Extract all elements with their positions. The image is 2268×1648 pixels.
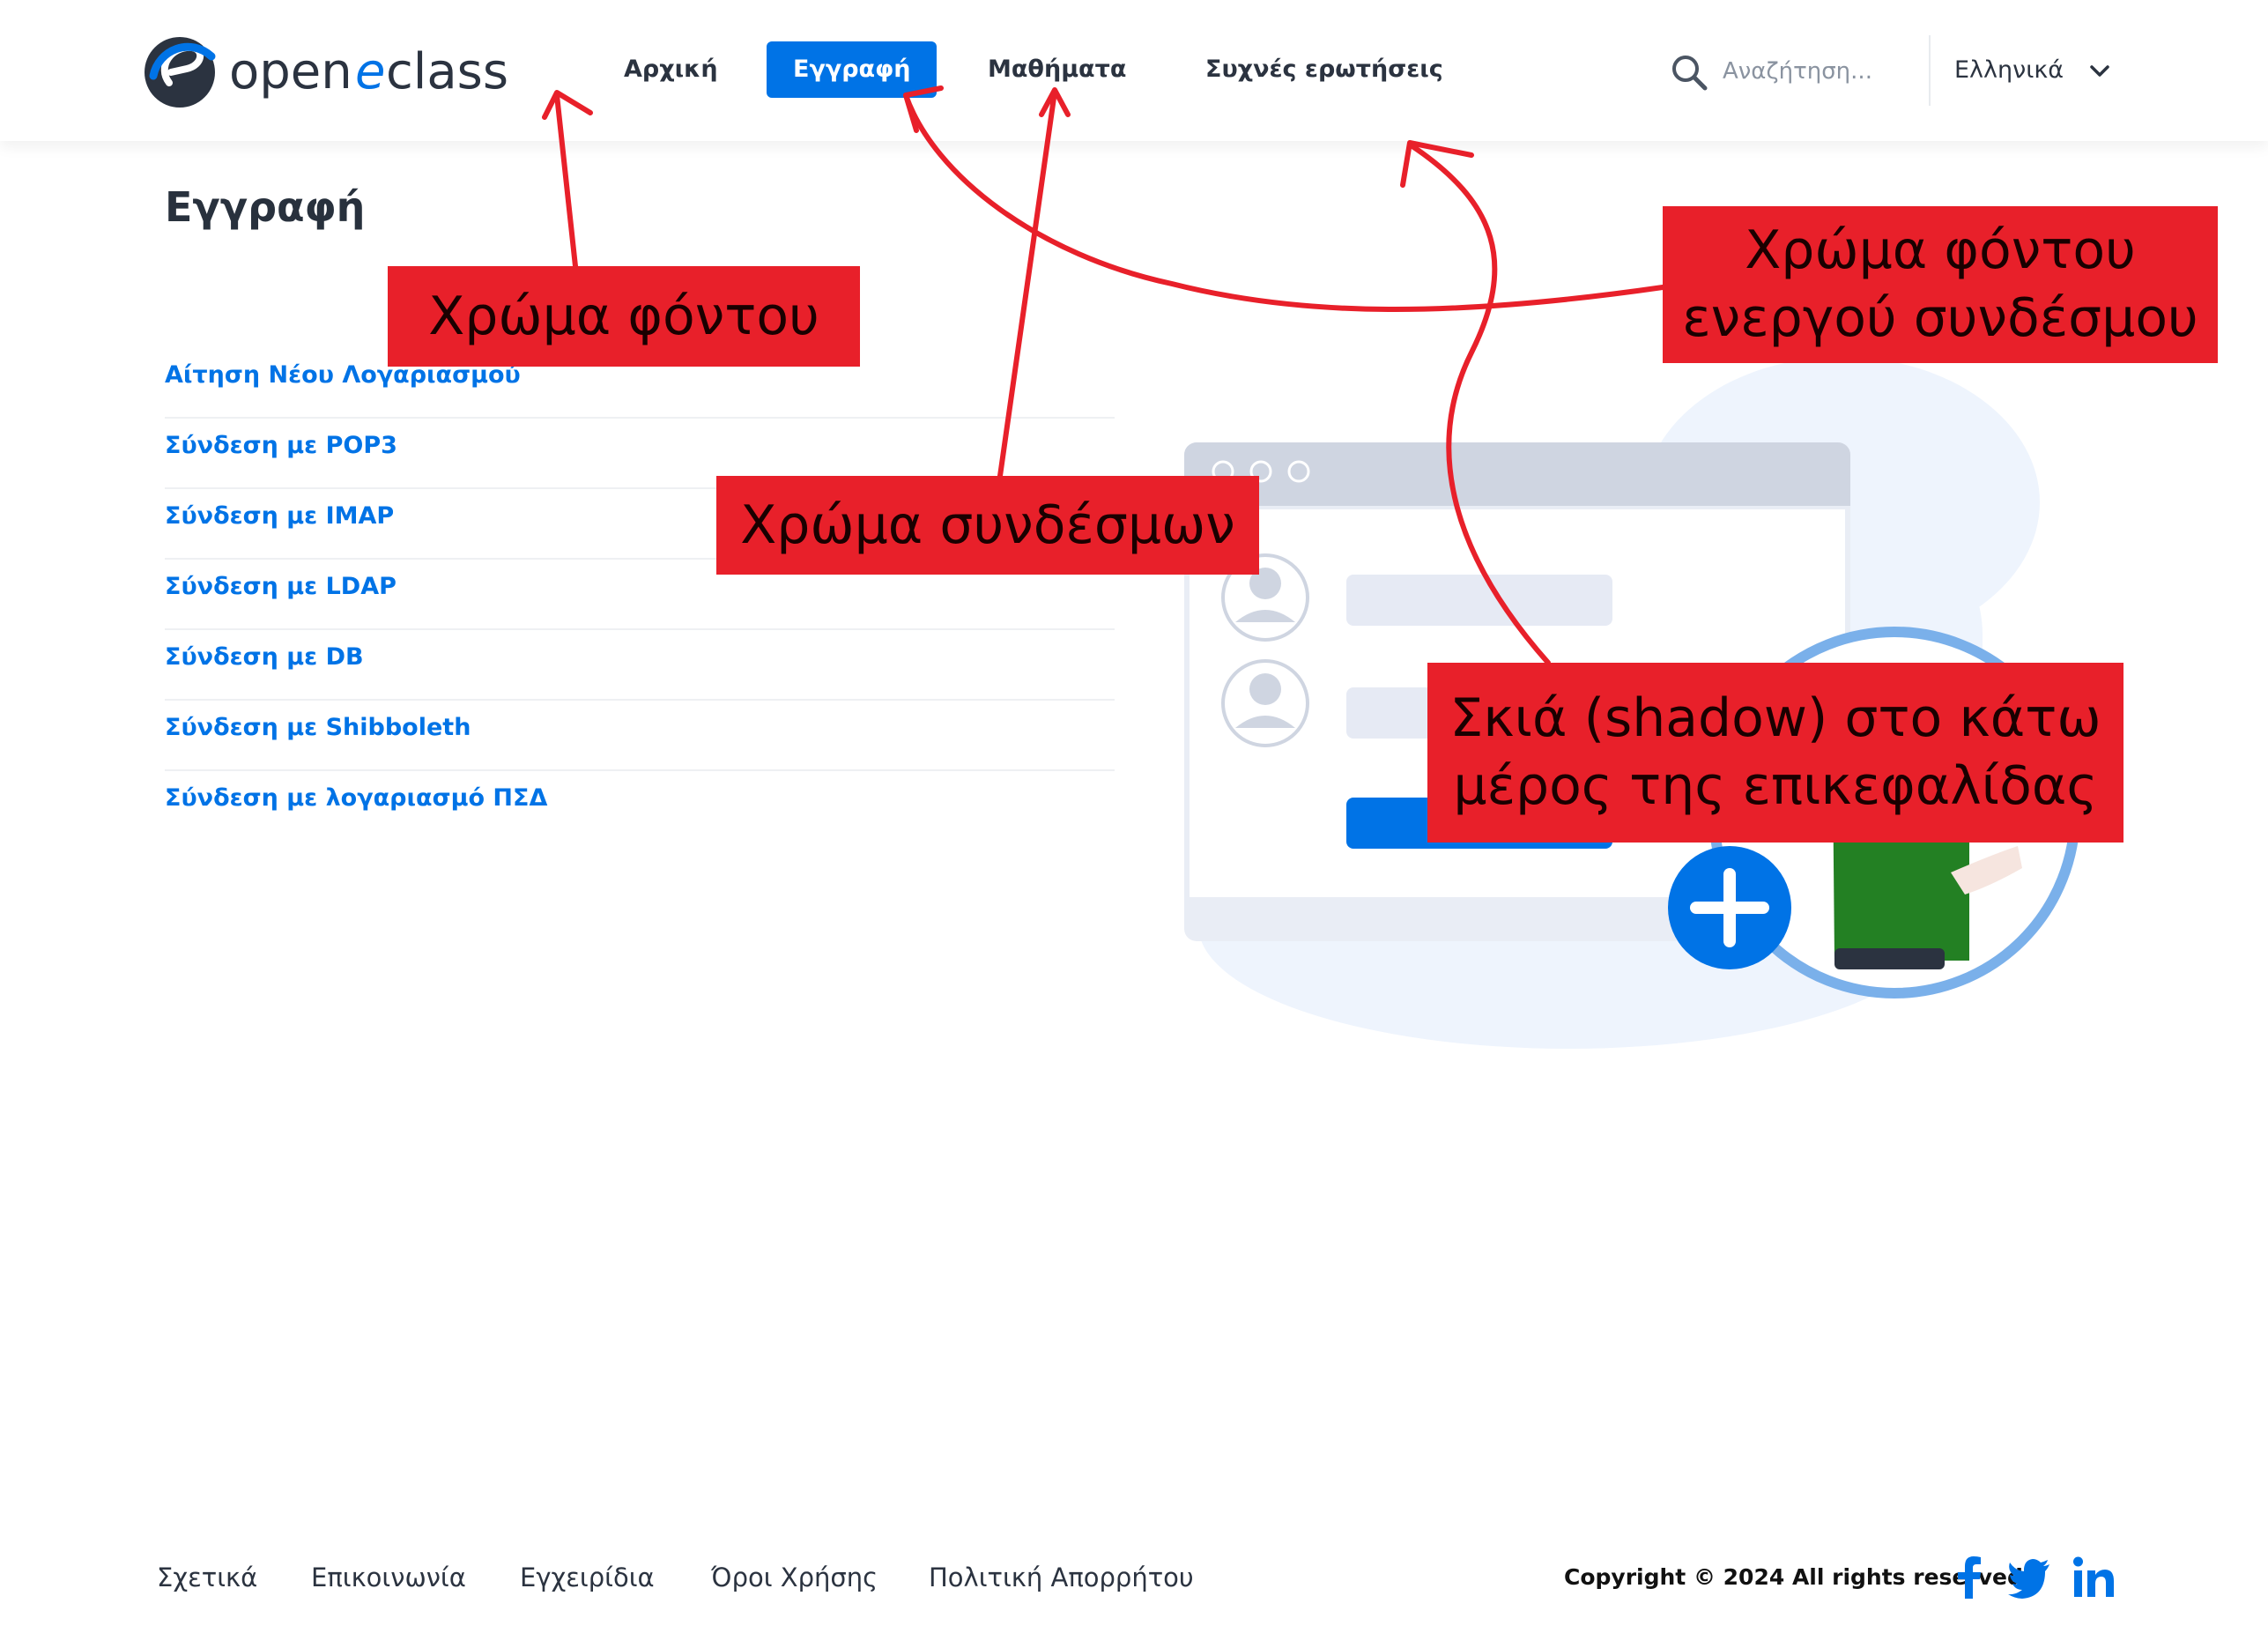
list-item: Σύνδεση με Shibboleth bbox=[165, 701, 1115, 771]
list-item: Σύνδεση με DB bbox=[165, 630, 1115, 701]
site-header: open e class Αρχική Εγγραφή Μαθήματα Συχ… bbox=[0, 0, 2268, 141]
linkedin-icon[interactable] bbox=[2069, 1553, 2118, 1602]
svg-text:class: class bbox=[386, 43, 508, 100]
search-icon[interactable] bbox=[1670, 53, 1708, 92]
annotation-background-color: Χρώμα φόντου bbox=[388, 266, 860, 367]
auth-link-psd[interactable]: Σύνδεση με λογαριασμό ΠΣΔ bbox=[165, 771, 1115, 826]
annotation-link-color: Χρώμα συνδέσμων bbox=[716, 476, 1259, 575]
footer-about[interactable]: Σχετικά bbox=[157, 1555, 257, 1600]
annotation-header-shadow: Σκιά (shadow) στο κάτω μέρος της επικεφαλ… bbox=[1427, 663, 2123, 843]
language-select[interactable]: Ελληνικά bbox=[1954, 48, 2110, 93]
language-label: Ελληνικά bbox=[1954, 56, 2064, 84]
footer-manuals[interactable]: Εγχειρίδια bbox=[520, 1555, 655, 1600]
auth-link-shibboleth[interactable]: Σύνδεση με Shibboleth bbox=[165, 701, 1115, 755]
svg-text:open: open bbox=[229, 43, 352, 100]
nav-register[interactable]: Εγγραφή bbox=[767, 41, 938, 98]
nav-home[interactable]: Αρχική bbox=[597, 41, 745, 98]
svg-text:e: e bbox=[355, 43, 385, 100]
search-box[interactable] bbox=[1670, 46, 1901, 95]
auth-link-pop3[interactable]: Σύνδεση με POP3 bbox=[165, 419, 1115, 473]
nav-courses[interactable]: Μαθήματα bbox=[961, 41, 1153, 98]
nav-faq[interactable]: Συχνές ερωτήσεις bbox=[1179, 41, 1470, 98]
footer-privacy[interactable]: Πολιτική Απορρήτου bbox=[929, 1555, 1194, 1600]
auth-link-db[interactable]: Σύνδεση με DB bbox=[165, 630, 1115, 685]
header-divider bbox=[1929, 35, 1931, 106]
twitter-icon[interactable] bbox=[2005, 1553, 2055, 1602]
list-item: Σύνδεση με λογαριασμό ΠΣΔ bbox=[165, 771, 1115, 842]
auth-options-list: Αίτηση Νέου Λογαριασμού Σύνδεση με POP3 … bbox=[165, 348, 1115, 842]
footer-terms[interactable]: Όροι Χρήσης bbox=[711, 1555, 878, 1600]
eclass-logo[interactable]: open e class bbox=[141, 30, 511, 115]
footer-contact[interactable]: Επικοινωνία bbox=[311, 1555, 466, 1600]
search-input[interactable] bbox=[1721, 51, 1901, 92]
facebook-icon[interactable] bbox=[1944, 1553, 1993, 1602]
page-title: Εγγραφή bbox=[165, 183, 366, 231]
chevron-down-icon bbox=[2089, 64, 2109, 77]
annotation-active-link-background: Χρώμα φόντου ενεργού συνδέσμου bbox=[1663, 206, 2218, 363]
